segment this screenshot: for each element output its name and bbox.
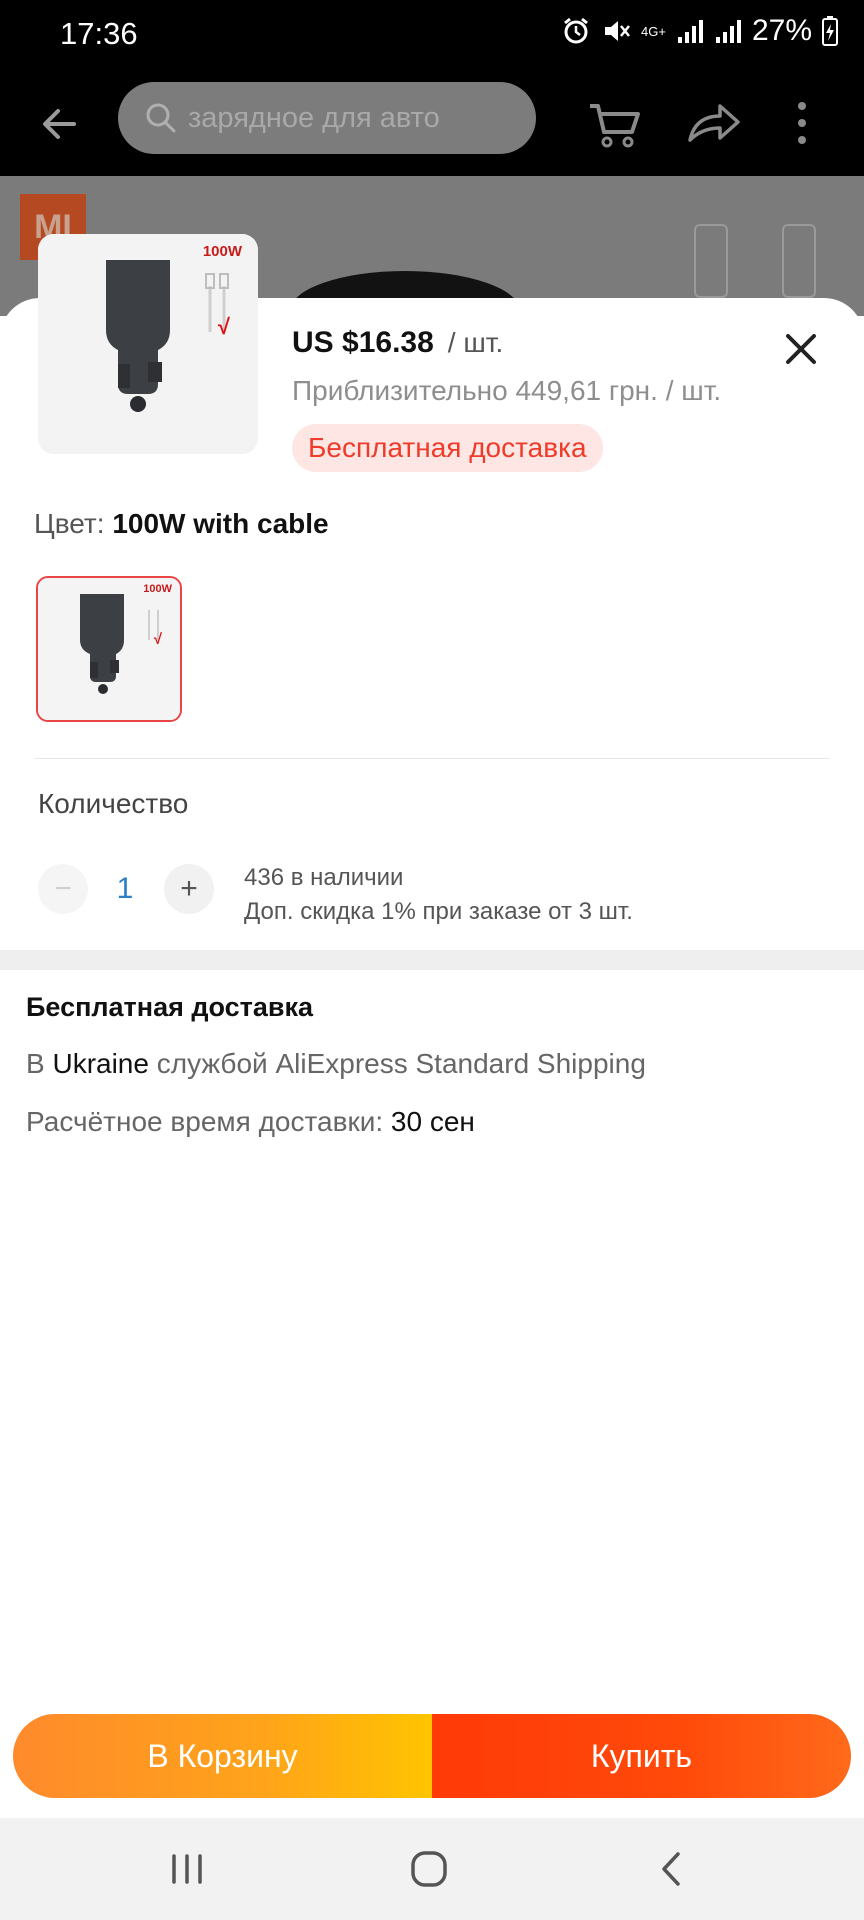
alarm-icon [564,17,588,44]
close-icon[interactable] [780,328,822,370]
background-cable [694,224,728,298]
search-icon [146,103,176,133]
background-cable [782,224,816,298]
shipping-country: Ukraine [52,1048,149,1079]
recent-apps-icon[interactable] [162,1844,212,1894]
quantity-label: Количество [38,788,189,819]
quantity-decrease-button[interactable]: − [38,864,88,914]
mute-icon [605,21,630,41]
quantity-increase-button[interactable]: + [164,864,214,914]
color-value: 100W with cable [112,508,329,539]
more-options-icon[interactable] [782,92,822,154]
eta-label: Расчётное время доставки: [26,1106,384,1137]
network-type: 4G+ [641,23,666,39]
buy-now-button[interactable]: Купить [432,1714,851,1798]
signal-icon [677,20,703,43]
search-input[interactable] [186,100,520,136]
shipping-method: службой AliExpress Standard Shipping [156,1048,646,1079]
thumb-100w-label: 100W [203,243,243,260]
color-variant-100w-with-cable[interactable]: √ 100W [36,576,182,722]
car-charger-image: √ 100W [38,234,258,454]
battery-percent: 27% [751,14,812,47]
variant-100w-label: 100W [143,583,172,595]
stock-available: 436 в наличии [244,864,404,891]
back-arrow-icon[interactable] [34,98,86,150]
svg-text:√: √ [218,314,231,339]
approx-price: Приблизительно 449,61 грн. / шт. [292,375,722,406]
color-selection-label: Цвет: 100W with cable [34,508,329,540]
variant-thumbnail: √ 100W [38,578,180,720]
status-time: 17:36 [60,16,138,51]
signal-icon-2 [715,20,741,43]
top-app-bar [0,70,864,176]
status-bar: 17:36 4G+ 27% [0,0,864,70]
search-bar[interactable] [118,82,536,154]
status-icons: 4G+ 27% [561,14,838,48]
shipping-prefix: В [26,1048,45,1079]
price-unit: / шт. [447,327,504,358]
price-row: US $16.38 / шт. [292,326,503,360]
shipping-title: Бесплатная доставка [26,992,314,1022]
svg-text:√: √ [154,631,163,648]
product-thumbnail: √ 100W [38,234,258,454]
bulk-discount-note: Доп. скидка 1% при заказе от 3 шт. [244,898,633,925]
cart-icon[interactable] [584,92,646,154]
section-separator [0,950,864,970]
back-nav-icon[interactable] [646,1844,696,1894]
battery-charging-icon [822,16,838,46]
home-icon[interactable] [404,1844,454,1894]
product-price: US $16.38 [292,326,434,359]
quantity-value[interactable]: 1 [112,872,138,906]
divider [34,758,830,759]
delivery-eta-line: Расчётное время доставки: 30 сен [26,1106,475,1138]
add-to-cart-button[interactable]: В Корзину [13,1714,432,1798]
shipping-method-line[interactable]: В Ukraine службой AliExpress Standard Sh… [26,1048,646,1080]
share-icon[interactable] [682,92,744,154]
free-shipping-badge: Бесплатная доставка [292,424,603,472]
eta-value: 30 сен [390,1106,475,1137]
color-label: Цвет: [34,508,105,539]
system-navigation-bar [0,1818,864,1920]
